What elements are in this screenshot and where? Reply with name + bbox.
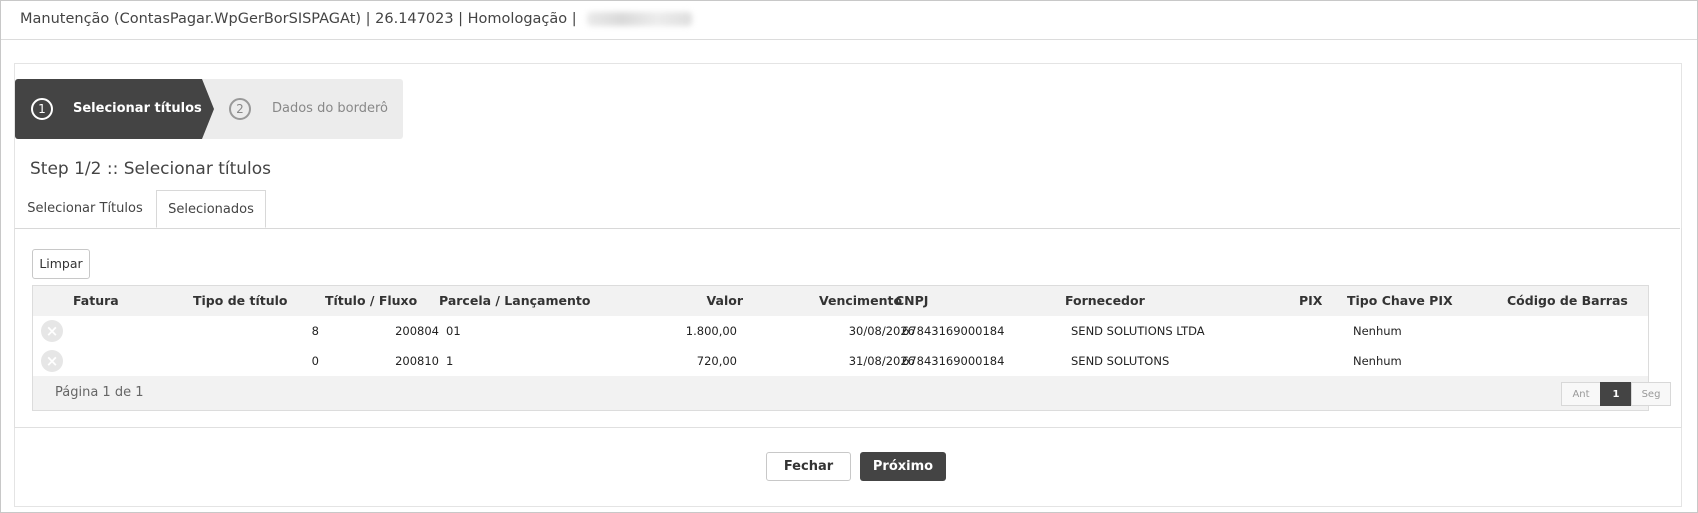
step-label: Dados do borderô xyxy=(272,101,389,116)
col-cnpj[interactable]: CNPJ xyxy=(895,286,928,316)
cell-valor: 1.800,00 xyxy=(685,324,737,338)
redacted-user xyxy=(586,12,692,26)
prev-page-button[interactable]: Ant xyxy=(1561,382,1601,406)
table-row: × 8 200804 01 1.800,00 30/08/2026 678431… xyxy=(33,316,1648,347)
wizard-steps: 1 Selecionar títulos 2 Dados do borderô xyxy=(15,79,403,139)
tab-selecionados[interactable]: Selecionados xyxy=(156,190,266,228)
cell-cnpj: 67843169000184 xyxy=(902,354,1005,368)
remove-icon[interactable]: × xyxy=(41,320,63,342)
col-fornecedor[interactable]: Fornecedor xyxy=(1065,286,1145,316)
cell-tipo: 0 xyxy=(311,354,319,368)
cell-parcela: 01 xyxy=(446,324,461,338)
grid-header: Fatura Tipo de título Título / Fluxo Par… xyxy=(33,286,1648,317)
col-vencimento[interactable]: Vencimento xyxy=(819,286,902,316)
clear-button[interactable]: Limpar xyxy=(32,249,90,279)
col-tipo-titulo[interactable]: Tipo de título xyxy=(193,286,287,316)
next-page-button[interactable]: Seg xyxy=(1631,382,1671,406)
step-label: Selecionar títulos xyxy=(73,101,202,116)
tab-bar: Selecionar Títulos Selecionados xyxy=(14,190,1680,229)
cell-cnpj: 67843169000184 xyxy=(902,324,1005,338)
step-number: 2 xyxy=(229,98,251,120)
next-button[interactable]: Próximo xyxy=(860,452,946,481)
window-title: Manutenção (ContasPagar.WpGerBorSISPAGAt… xyxy=(20,11,692,27)
col-pix[interactable]: PIX xyxy=(1299,286,1322,316)
close-button[interactable]: Fechar xyxy=(766,452,851,481)
cell-titulo: 200804 xyxy=(395,324,439,338)
table-row: × 0 200810 1 720,00 31/08/2026 678431690… xyxy=(33,346,1648,377)
cell-titulo: 200810 xyxy=(395,354,439,368)
remove-icon[interactable]: × xyxy=(41,350,63,372)
cell-tipo: 8 xyxy=(311,324,319,338)
col-valor[interactable]: Valor xyxy=(633,286,743,316)
title-bar: Manutenção (ContasPagar.WpGerBorSISPAGAt… xyxy=(1,1,1697,40)
col-codigo-barras[interactable]: Código de Barras xyxy=(1507,286,1628,316)
step-number: 1 xyxy=(31,98,53,120)
step-heading: Step 1/2 :: Selecionar títulos xyxy=(30,159,272,179)
cell-vencimento: 30/08/2026 xyxy=(848,324,915,338)
col-tipo-chave-pix[interactable]: Tipo Chave PIX xyxy=(1347,286,1453,316)
tab-selecionar-titulos[interactable]: Selecionar Títulos xyxy=(14,190,156,228)
window-title-text: Manutenção (ContasPagar.WpGerBorSISPAGAt… xyxy=(20,11,577,27)
page-info: Página 1 de 1 xyxy=(55,385,144,400)
col-titulo-fluxo[interactable]: Título / Fluxo xyxy=(325,286,417,316)
cell-fornecedor: SEND SOLUTONS xyxy=(1071,354,1170,368)
page-1-button[interactable]: 1 xyxy=(1600,382,1632,406)
grid-pager: Página 1 de 1 Ant 1 Seg xyxy=(33,376,1671,410)
col-fatura[interactable]: Fatura xyxy=(73,286,119,316)
cell-tipo-chave: Nenhum xyxy=(1353,324,1402,338)
cell-tipo-chave: Nenhum xyxy=(1353,354,1402,368)
cell-valor: 720,00 xyxy=(696,354,737,368)
col-parcela[interactable]: Parcela / Lançamento xyxy=(439,286,590,316)
cell-vencimento: 31/08/2026 xyxy=(848,354,915,368)
cell-parcela: 1 xyxy=(446,354,454,368)
cell-fornecedor: SEND SOLUTIONS LTDA xyxy=(1071,324,1205,338)
selected-titles-grid: Fatura Tipo de título Título / Fluxo Par… xyxy=(32,285,1671,411)
wizard-step-1[interactable]: 1 Selecionar títulos xyxy=(15,79,214,139)
